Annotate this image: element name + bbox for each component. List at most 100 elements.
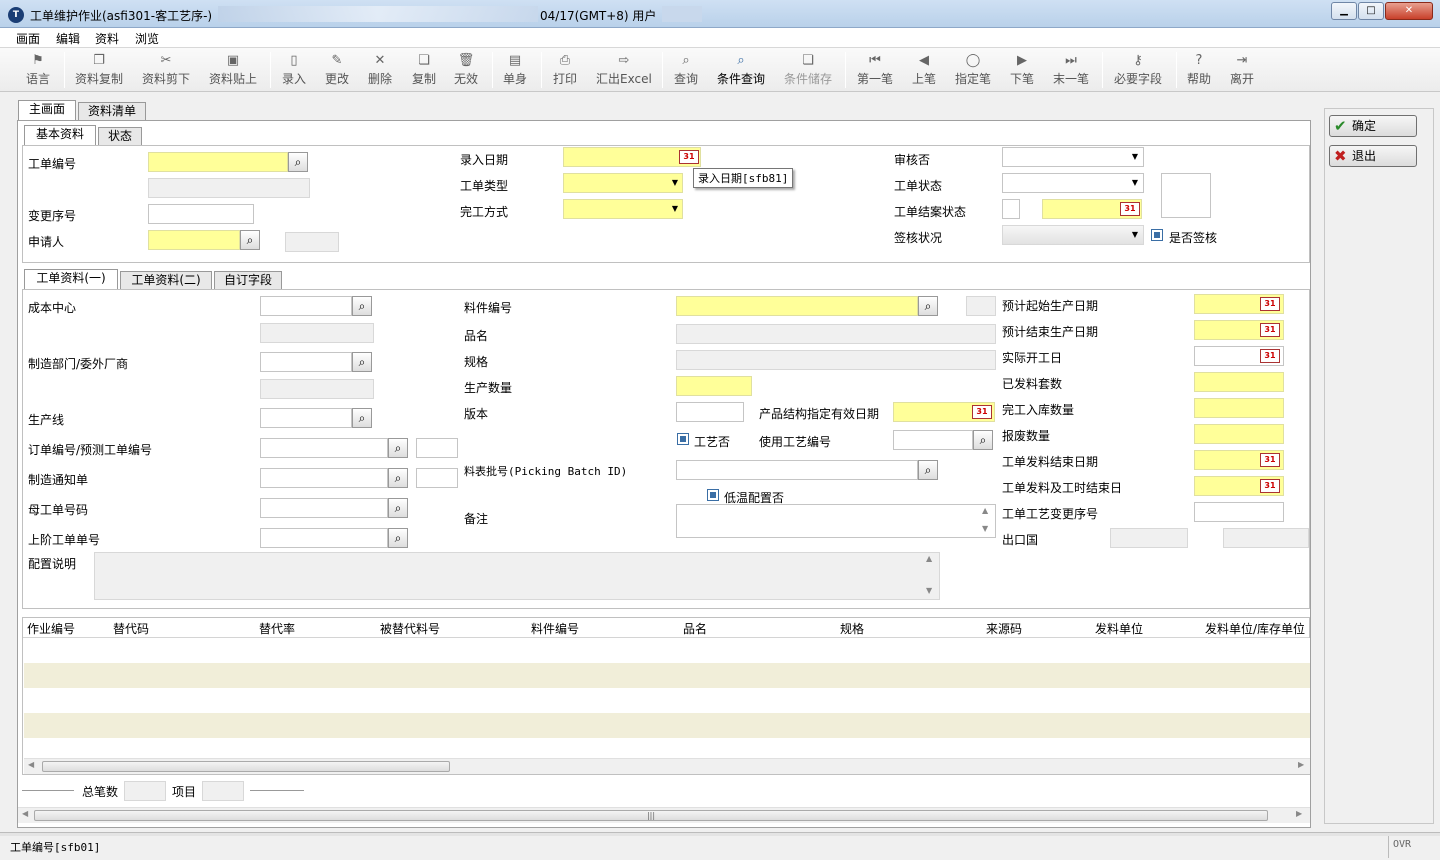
toolbar-last-record-button[interactable]: ⏭ 末一笔: [1053, 52, 1089, 87]
toolbar-first-record-button[interactable]: ⏮ 第一笔: [857, 52, 893, 87]
sign-status-select[interactable]: [1002, 225, 1144, 245]
toolbar-help-button[interactable]: ? 帮助: [1187, 52, 1211, 87]
grid-col-issue-unit[interactable]: 发料单位: [1095, 620, 1143, 637]
wo-no-search-icon[interactable]: ⌕: [288, 152, 308, 172]
cost-center-field[interactable]: [260, 296, 352, 316]
grid-col-issue-stock-unit[interactable]: 发料单位/库存单位: [1205, 620, 1309, 637]
grid-col-item-no[interactable]: 料件编号: [531, 620, 579, 637]
toolbar-exit-button[interactable]: ⇥ 离开: [1230, 52, 1254, 87]
finish-method-select[interactable]: [563, 199, 683, 219]
use-process-field[interactable]: [893, 430, 973, 450]
main-horizontal-scrollbar[interactable]: ◀ ||| ▶: [18, 807, 1310, 823]
wo-status-chevron-down-icon[interactable]: ▼: [1127, 174, 1143, 192]
tab-wo-data-2[interactable]: 工单资料(二): [120, 271, 212, 289]
config-desc-textarea[interactable]: [94, 552, 940, 600]
tab-main[interactable]: 主画面: [18, 100, 76, 120]
toolbar-prev-record-button[interactable]: ◀ 上笔: [912, 52, 936, 87]
order-no-field[interactable]: [260, 438, 388, 458]
dept-field[interactable]: [260, 352, 352, 372]
toolbar-query-button[interactable]: ⌕ 查询: [674, 52, 698, 87]
use-process-search-icon[interactable]: ⌕: [973, 430, 993, 450]
dept-search-icon[interactable]: ⌕: [352, 352, 372, 372]
version-field[interactable]: [676, 402, 744, 422]
plan-start-calendar-icon[interactable]: 31: [1260, 297, 1280, 311]
tab-data-list[interactable]: 资料清单: [78, 102, 146, 120]
tab-status[interactable]: 状态: [98, 127, 142, 145]
item-no-search-icon[interactable]: ⌕: [918, 296, 938, 316]
grid-col-source-code[interactable]: 来源码: [986, 620, 1022, 637]
toolbar-condition-save-button[interactable]: ❏ 条件储存: [784, 52, 832, 87]
menu-browse[interactable]: 浏览: [135, 30, 159, 47]
scroll-right-icon[interactable]: ▶: [1298, 760, 1304, 769]
config-scroll-down-icon[interactable]: ▼: [926, 586, 932, 595]
ok-button[interactable]: ✔ 确定: [1329, 115, 1417, 137]
note-scroll-up-icon[interactable]: ▲: [982, 506, 988, 515]
close-date-calendar-icon[interactable]: 31: [1120, 202, 1140, 216]
toolbar-language-button[interactable]: ⚑ 语言: [26, 52, 50, 87]
toolbar-print-button[interactable]: ⎙ 打印: [553, 52, 577, 87]
main-scroll-thumb[interactable]: |||: [34, 810, 1268, 821]
menu-edit[interactable]: 编辑: [56, 30, 80, 47]
item-no-field[interactable]: [676, 296, 918, 316]
toolbar-required-fields-button[interactable]: ⚷ 必要字段: [1114, 52, 1162, 87]
note-scroll-down-icon[interactable]: ▼: [982, 524, 988, 533]
toolbar-export-excel-button[interactable]: ⇨ 汇出Excel: [596, 52, 652, 87]
table-row[interactable]: [24, 713, 1310, 738]
toolbar-next-record-button[interactable]: ▶ 下笔: [1010, 52, 1034, 87]
grid-col-sub-rate[interactable]: 替代率: [259, 620, 295, 637]
grid-horizontal-scrollbar[interactable]: ◀ ▶: [24, 758, 1310, 774]
toolbar-cut-button[interactable]: ✂ 资料剪下: [142, 52, 190, 87]
approve-select[interactable]: [1002, 147, 1144, 167]
toolbar-invalid-button[interactable]: 🗑 无效: [454, 52, 478, 87]
wo-type-select[interactable]: [563, 173, 683, 193]
wo-type-chevron-down-icon[interactable]: ▼: [667, 174, 683, 192]
mfg-notice-seq-field[interactable]: [416, 468, 458, 488]
actual-start-calendar-icon[interactable]: 31: [1260, 349, 1280, 363]
grid-col-replaced-item[interactable]: 被替代料号: [380, 620, 440, 637]
cost-center-search-icon[interactable]: ⌕: [352, 296, 372, 316]
order-no-search-icon[interactable]: ⌕: [388, 438, 408, 458]
config-scroll-up-icon[interactable]: ▲: [926, 554, 932, 563]
process-change-field[interactable]: [1194, 502, 1284, 522]
toolbar-paste-button[interactable]: ▣ 资料贴上: [209, 52, 257, 87]
change-seq-field[interactable]: [148, 204, 254, 224]
grid-col-op-no[interactable]: 作业编号: [27, 620, 75, 637]
upper-wo-search-icon[interactable]: ⌕: [388, 528, 408, 548]
toolbar-new-button[interactable]: ▯ 录入: [282, 52, 306, 87]
order-seq-field[interactable]: [416, 438, 458, 458]
line-search-icon[interactable]: ⌕: [352, 408, 372, 428]
toolbar-detail-button[interactable]: ▤ 单身: [503, 52, 527, 87]
bom-date-calendar-icon[interactable]: 31: [972, 405, 992, 419]
grid-col-sub-code[interactable]: 替代码: [113, 620, 149, 637]
close-status-code-field[interactable]: [1002, 199, 1020, 219]
applicant-search-icon[interactable]: ⌕: [240, 230, 260, 250]
maximize-button[interactable]: □: [1358, 2, 1384, 20]
approve-chevron-down-icon[interactable]: ▼: [1127, 148, 1143, 166]
grid-col-item-name[interactable]: 品名: [683, 620, 707, 637]
issue-end-calendar-icon[interactable]: 31: [1260, 453, 1280, 467]
applicant-field[interactable]: [148, 230, 240, 250]
mfg-notice-search-icon[interactable]: ⌕: [388, 468, 408, 488]
scroll-left-icon[interactable]: ◀: [28, 760, 34, 769]
minimize-button[interactable]: ▁: [1331, 2, 1357, 20]
mfg-notice-field[interactable]: [260, 468, 388, 488]
upper-wo-field[interactable]: [260, 528, 388, 548]
entry-date-calendar-icon[interactable]: 31: [679, 150, 699, 164]
table-row[interactable]: [24, 688, 1310, 713]
toolbar-copy-data-button[interactable]: ❐ 资料复制: [75, 52, 123, 87]
picking-batch-field[interactable]: [676, 460, 918, 480]
parent-wo-search-icon[interactable]: ⌕: [388, 498, 408, 518]
table-row[interactable]: [24, 663, 1310, 688]
main-scroll-right-icon[interactable]: ▶: [1296, 809, 1302, 818]
tab-custom-fields[interactable]: 自订字段: [214, 271, 282, 289]
menu-data[interactable]: 资料: [95, 30, 119, 47]
wo-no-field[interactable]: [148, 152, 288, 172]
exit-button[interactable]: ✖ 退出: [1329, 145, 1417, 167]
toolbar-delete-button[interactable]: ✕ 删除: [368, 52, 392, 87]
grid-col-spec[interactable]: 规格: [840, 620, 864, 637]
toolbar-edit-button[interactable]: ✎ 更改: [325, 52, 349, 87]
tab-basic-info[interactable]: 基本资料: [24, 125, 96, 145]
toolbar-copy-button[interactable]: ❏ 复制: [412, 52, 436, 87]
line-field[interactable]: [260, 408, 352, 428]
process-checkbox[interactable]: [677, 433, 689, 445]
